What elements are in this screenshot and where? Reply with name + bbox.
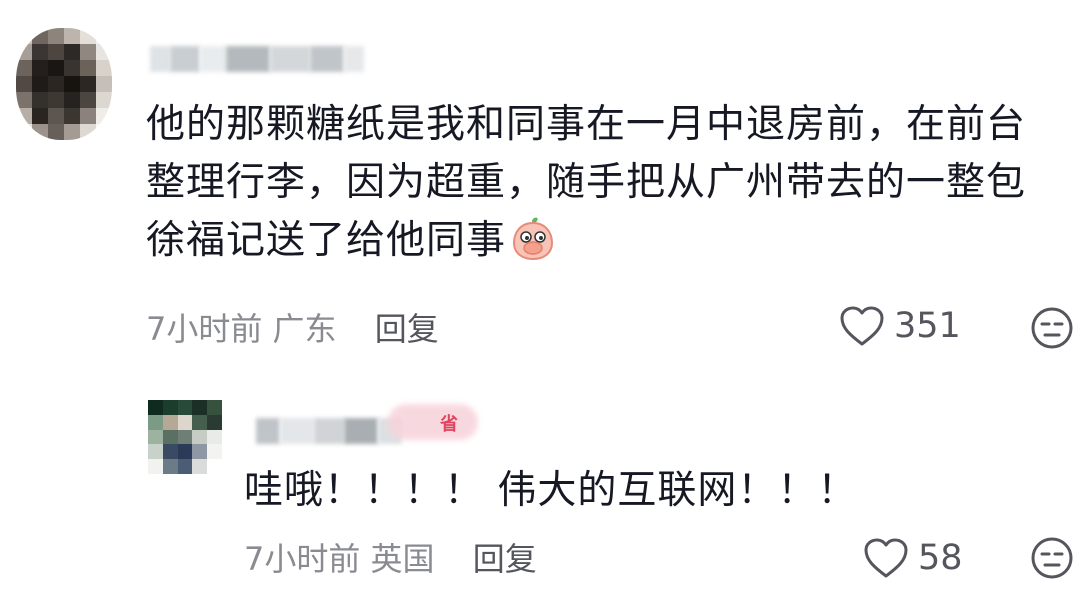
avatar-pixel xyxy=(16,76,32,92)
avatar-pixel xyxy=(16,92,32,108)
avatar-pixel xyxy=(96,108,112,124)
username-blurred[interactable] xyxy=(150,46,380,72)
avatar-pixel xyxy=(64,44,80,60)
comment-location: 广东 xyxy=(272,310,337,348)
avatar-pixel xyxy=(80,76,96,92)
avatar-pixel xyxy=(96,60,112,76)
avatar-pixel xyxy=(96,76,112,92)
avatar-pixel xyxy=(64,60,80,76)
avatar-pixel xyxy=(32,44,48,60)
avatar-pixel xyxy=(48,92,64,108)
comment-meta: 7小时前 广东 回复 xyxy=(146,304,439,350)
avatar-pixel xyxy=(162,429,178,445)
avatar-pixel xyxy=(16,60,32,76)
avatar-pixel xyxy=(80,44,96,60)
reply-button[interactable]: 回复 xyxy=(473,540,537,578)
comment-line: 徐福记送了给他同事 xyxy=(146,212,1076,270)
avatar-pixel xyxy=(48,28,64,44)
like-button[interactable]: 351 xyxy=(838,304,961,348)
avatar-pixel xyxy=(32,76,48,92)
avatar-pixel xyxy=(64,28,80,44)
like-count: 351 xyxy=(894,306,961,346)
avatar-pixel xyxy=(207,444,222,460)
comment-line: 他的那颗糖纸是我和同事在一月中退房前，在前台 xyxy=(146,102,1027,147)
avatar-pixel xyxy=(16,28,32,44)
heart-icon xyxy=(840,306,884,346)
avatar-pixel xyxy=(16,44,32,60)
like-count: 58 xyxy=(918,538,963,578)
avatar-pixel xyxy=(162,400,178,415)
reply-location: 英国 xyxy=(370,540,435,578)
avatar-pixel xyxy=(48,44,64,60)
avatar-pixel xyxy=(192,459,208,474)
avatar-pixel xyxy=(64,92,80,108)
badge-text: 省 xyxy=(440,414,458,435)
avatar-pixel xyxy=(162,459,178,474)
heart-icon xyxy=(864,538,908,578)
avatar-pixel xyxy=(96,44,112,60)
avatar-pixel xyxy=(32,124,48,140)
reply-meta: 7小时前 英国 回复 xyxy=(244,534,537,580)
avatar-pixel xyxy=(148,400,163,415)
avatar-pixel xyxy=(48,108,64,124)
dislike-face-icon[interactable] xyxy=(1030,306,1074,350)
avatar-pixel xyxy=(64,108,80,124)
avatar-pixel xyxy=(177,429,193,445)
avatar-pixel xyxy=(177,400,193,415)
avatar-pixel xyxy=(192,414,208,430)
comment-section: 他的那颗糖纸是我和同事在一月中退房前，在前台 整理行李，因为超重，随手把从广州带… xyxy=(0,0,1080,613)
avatar-pixel xyxy=(64,124,80,140)
avatar-pixel xyxy=(32,28,48,44)
avatar-pixel xyxy=(48,124,64,140)
avatar-pixel xyxy=(32,92,48,108)
avatar-pixel xyxy=(80,92,96,108)
avatar-pixel xyxy=(192,429,208,445)
avatar-pixel xyxy=(177,444,193,460)
comment-time: 7小时前 xyxy=(146,310,263,348)
avatar-pixel xyxy=(207,459,222,474)
avatar-pixel xyxy=(32,60,48,76)
reply-time: 7小时前 xyxy=(244,540,361,578)
reply-avatar[interactable] xyxy=(148,400,222,474)
comment-line: 整理行李，因为超重，随手把从广州带去的一整包 xyxy=(146,160,1027,205)
avatar-pixel xyxy=(80,60,96,76)
avatar-pixel xyxy=(96,92,112,108)
peach-covering-mouth-emoji xyxy=(513,217,554,261)
reply-button[interactable]: 回复 xyxy=(375,310,439,348)
avatar-pixel xyxy=(148,414,163,430)
avatar-pixel xyxy=(96,124,112,140)
user-badge xyxy=(388,404,478,440)
reply-text: 哇哦！！！！ 伟大的互联网！！！ xyxy=(244,468,858,513)
avatar-pixel xyxy=(148,444,163,460)
avatar-pixel xyxy=(48,60,64,76)
avatar-pixel xyxy=(148,429,163,445)
comment-line-text: 徐福记送了给他同事 xyxy=(146,218,507,263)
avatar-pixel xyxy=(80,108,96,124)
avatar-pixel xyxy=(192,444,208,460)
avatar-pixel xyxy=(162,444,178,460)
avatar-pixel xyxy=(16,124,32,140)
avatar-pixel xyxy=(148,459,163,474)
avatar-pixel xyxy=(177,459,193,474)
avatar-pixel xyxy=(96,28,112,44)
avatar-pixel xyxy=(207,414,222,430)
comment-text: 他的那颗糖纸是我和同事在一月中退房前，在前台 整理行李，因为超重，随手把从广州带… xyxy=(146,96,1076,270)
avatar-pixel xyxy=(32,108,48,124)
avatar[interactable] xyxy=(16,28,112,140)
dislike-face-icon[interactable] xyxy=(1030,536,1074,580)
avatar-pixel xyxy=(177,414,193,430)
avatar-pixel xyxy=(80,28,96,44)
avatar-pixel xyxy=(192,400,208,415)
like-button[interactable]: 58 xyxy=(862,536,963,580)
avatar-pixel xyxy=(48,76,64,92)
avatar-pixel xyxy=(162,414,178,430)
avatar-pixel xyxy=(207,400,222,415)
avatar-pixel xyxy=(80,124,96,140)
avatar-pixel xyxy=(207,429,222,445)
avatar-pixel xyxy=(16,108,32,124)
avatar-pixel xyxy=(64,76,80,92)
